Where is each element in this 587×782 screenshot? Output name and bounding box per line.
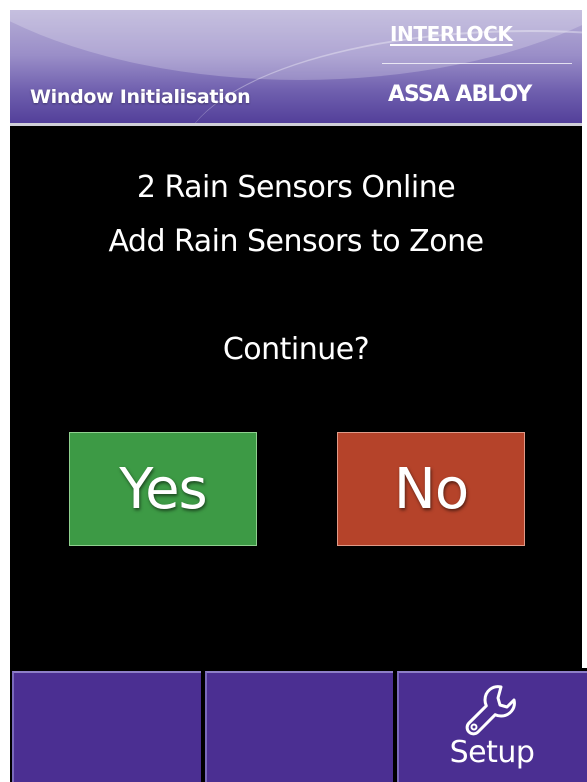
screen: Window Initialisation INTERLOCK ASSA ABL… (0, 0, 587, 782)
brand-logo-interlock: INTERLOCK (390, 22, 513, 46)
setup-label: Setup (449, 735, 535, 770)
brand-divider (382, 63, 572, 64)
setup-button[interactable]: Setup (397, 671, 587, 782)
yes-button[interactable]: Yes (69, 432, 257, 546)
nav-button-2[interactable] (205, 671, 393, 782)
wrench-icon (465, 685, 516, 736)
brand-logo-assa-abloy: ASSA ABLOY (388, 82, 532, 107)
no-button[interactable]: No (337, 432, 525, 546)
instruction-message: Add Rain Sensors to Zone (108, 224, 484, 259)
dialog-area: 2 Rain Sensors Online Add Rain Sensors t… (10, 126, 582, 668)
status-message: 2 Rain Sensors Online (136, 170, 456, 205)
header-bar: Window Initialisation INTERLOCK ASSA ABL… (10, 10, 582, 123)
confirm-question: Continue? (222, 332, 370, 367)
nav-button-1[interactable] (12, 671, 201, 782)
footer-nav: Setup (10, 668, 587, 782)
page-title: Window Initialisation (30, 86, 251, 108)
